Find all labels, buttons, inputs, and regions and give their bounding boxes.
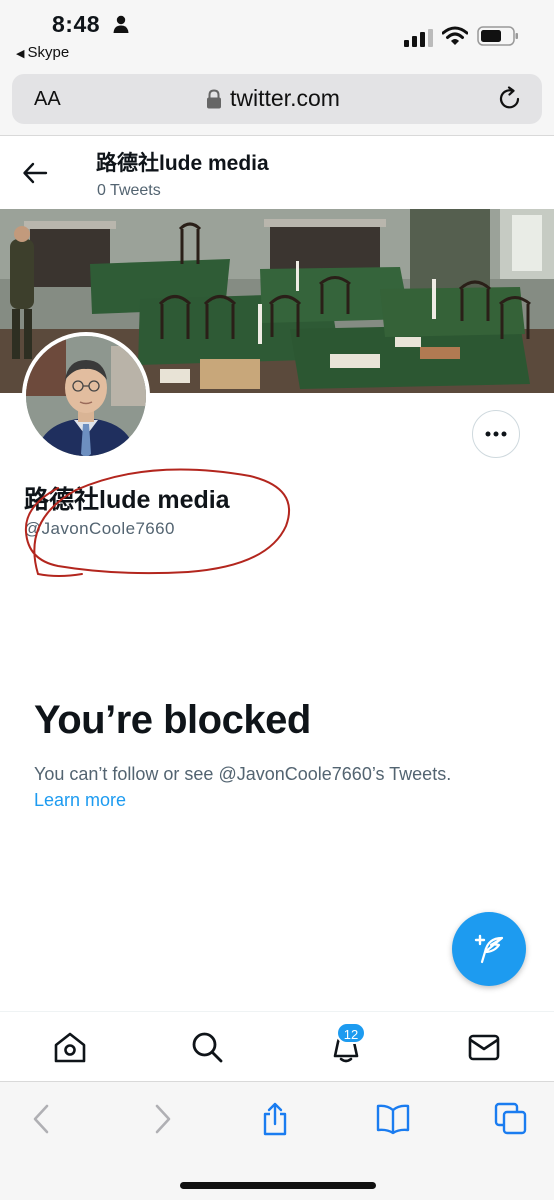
share-icon[interactable] — [258, 1102, 292, 1136]
mail-icon[interactable] — [467, 1030, 501, 1064]
avatar-photo — [26, 336, 146, 456]
tabs-icon[interactable] — [494, 1102, 528, 1136]
status-bar: 8:48 ◀ Skype — [0, 0, 554, 66]
learn-more-link[interactable]: Learn more — [34, 787, 126, 813]
address-bar[interactable]: AA twitter.com — [12, 74, 542, 124]
feather-plus-icon — [474, 934, 504, 964]
blocked-title: You’re blocked — [34, 698, 311, 742]
battery-icon — [477, 26, 518, 46]
back-icon[interactable] — [26, 1102, 60, 1136]
search-icon[interactable] — [190, 1030, 224, 1064]
text-size-button[interactable]: AA — [34, 88, 61, 111]
profile-name: 路德社lude media — [24, 486, 230, 514]
home-icon[interactable] — [53, 1030, 87, 1064]
profile-avatar[interactable] — [22, 332, 150, 460]
notification-badge: 12 — [336, 1022, 366, 1044]
signal-icon — [404, 29, 433, 47]
back-to-app-link[interactable]: ◀ Skype — [16, 44, 69, 61]
profile-header: 路德社lude media 0 Tweets — [0, 137, 554, 209]
url-text[interactable]: twitter.com — [230, 85, 340, 112]
compose-tweet-button[interactable] — [452, 912, 526, 986]
profile-handle: @JavonCoole7660 — [24, 519, 175, 538]
lock-icon — [207, 89, 221, 109]
blocked-description: You can’t follow or see @JavonCoole7660’… — [34, 764, 452, 784]
tweet-count: 0 Tweets — [97, 182, 161, 199]
back-arrow-icon[interactable] — [22, 161, 48, 185]
home-indicator — [180, 1182, 376, 1189]
more-dots-icon — [485, 431, 507, 437]
forward-icon[interactable] — [144, 1102, 178, 1136]
header-title: 路德社lude media — [96, 152, 269, 175]
bookmarks-icon[interactable] — [376, 1102, 410, 1136]
wifi-icon — [442, 26, 468, 45]
bottom-navigation: 12 — [0, 1011, 554, 1081]
safari-address-area: AA twitter.com — [0, 66, 554, 136]
back-app-label: Skype — [27, 44, 70, 61]
reload-icon[interactable] — [497, 86, 523, 112]
safari-toolbar — [0, 1081, 554, 1200]
back-triangle-icon: ◀ — [16, 48, 25, 60]
clock: 8:48 — [52, 11, 101, 37]
more-options-button[interactable] — [472, 410, 520, 458]
person-icon — [113, 15, 129, 33]
